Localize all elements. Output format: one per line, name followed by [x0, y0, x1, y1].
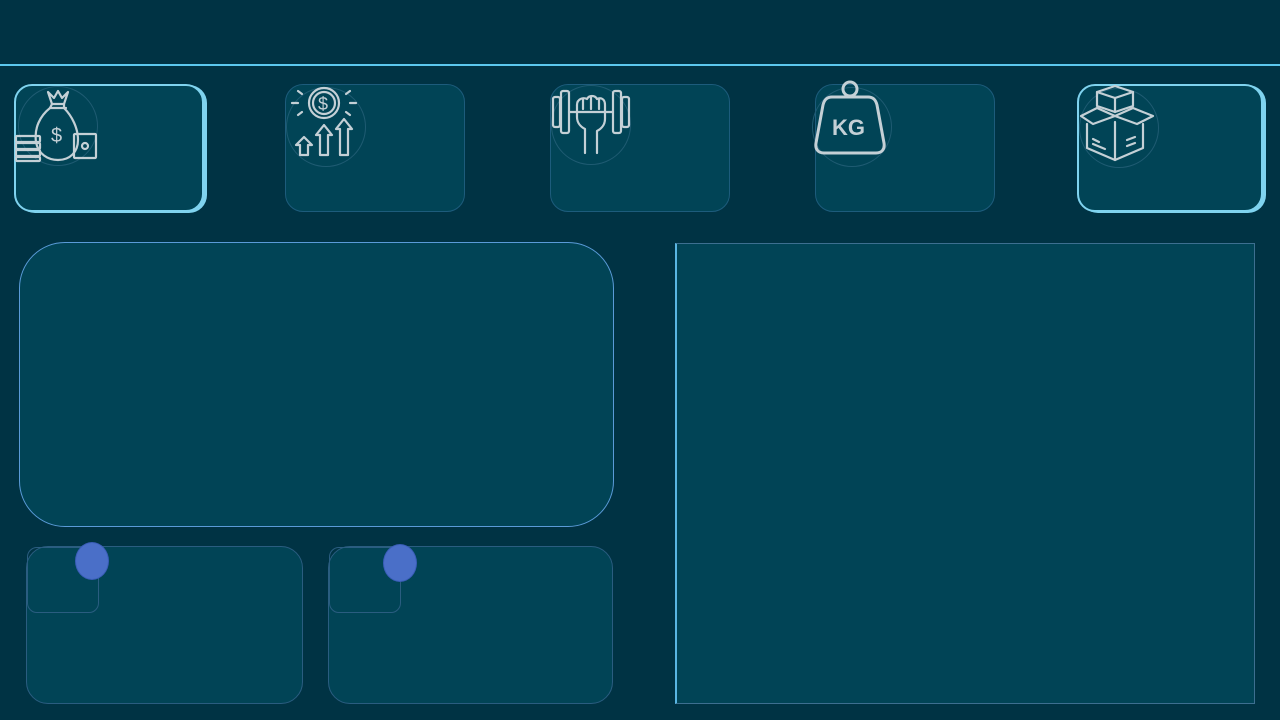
- marker-dot[interactable]: [383, 544, 417, 582]
- side-panel: [675, 243, 1255, 704]
- main-chart-panel: [19, 242, 614, 527]
- dumbbell-strength-icon: [549, 83, 633, 167]
- mini-card-right: [328, 546, 613, 704]
- kpi-card-strength[interactable]: [550, 84, 730, 212]
- kpi-card-weight[interactable]: KG: [812, 80, 995, 212]
- kpi-card-revenue[interactable]: $: [285, 84, 465, 212]
- marker-dot[interactable]: [75, 542, 109, 580]
- svg-text:$: $: [318, 94, 328, 114]
- kg-weight-icon: KG: [810, 79, 894, 163]
- mini-card-left: [26, 546, 303, 704]
- dashboard: $ $ KG: [0, 0, 1280, 720]
- svg-text:$: $: [51, 125, 62, 147]
- kpi-card-inventory[interactable]: [1077, 84, 1263, 212]
- revenue-growth-icon: $: [284, 81, 368, 165]
- kpi-card-money[interactable]: $: [14, 84, 204, 212]
- money-bag-icon: $: [14, 86, 98, 170]
- header-divider: [0, 64, 1280, 66]
- boxes-icon: [1075, 82, 1159, 166]
- svg-text:KG: KG: [832, 115, 865, 140]
